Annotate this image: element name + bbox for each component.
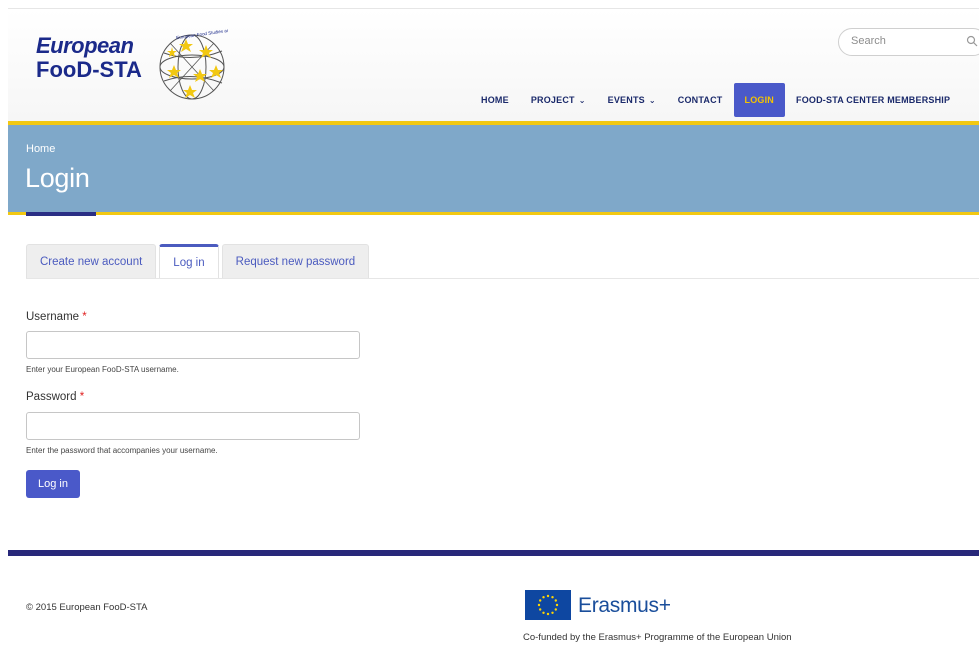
nav-events[interactable]: EVENTS ⌄ (597, 83, 667, 117)
tab-log-in[interactable]: Log in (159, 244, 219, 278)
required-marker: * (79, 391, 85, 403)
nav-center-membership-label: FOOD-STA CENTER MEMBERSHIP (796, 95, 951, 105)
nav-login-label: LOGIN (744, 95, 774, 105)
username-label: Username * (26, 311, 87, 323)
nav-contact[interactable]: CONTACT (667, 83, 734, 117)
cofunded-text: Co-funded by the Erasmus+ Programme of t… (523, 632, 792, 643)
eu-flag-icon (525, 590, 571, 620)
nav-center-membership[interactable]: FOOD-STA CENTER MEMBERSHIP (785, 83, 961, 117)
password-label-text: Password (26, 391, 77, 403)
footer-divider (8, 550, 979, 556)
nav-events-label: EVENTS (607, 95, 645, 105)
username-help: Enter your European FooD-STA username. (26, 365, 179, 374)
band-divider (8, 212, 979, 215)
username-label-text: Username (26, 311, 80, 323)
nav-login[interactable]: LOGIN (733, 83, 785, 117)
copyright-text: © 2015 European FooD-STA (26, 602, 148, 613)
logo-line-1: European (36, 33, 134, 58)
tabs-baseline (26, 278, 979, 279)
nav-project-label: PROJECT (530, 95, 575, 105)
search-input[interactable] (851, 35, 951, 47)
username-field[interactable] (26, 331, 360, 359)
login-button[interactable]: Log in (26, 470, 80, 498)
nav-contact-label: CONTACT (677, 95, 723, 105)
chevron-down-icon: ⌄ (578, 95, 586, 105)
tab-create-account[interactable]: Create new account (26, 244, 157, 278)
nav-home[interactable]: HOME (470, 83, 520, 117)
chevron-down-icon: ⌄ (648, 95, 656, 105)
main-nav: HOME PROJECT ⌄ EVENTS ⌄ CONTACT LOGIN FOOD… (470, 83, 961, 117)
page-title: Login (25, 163, 90, 193)
tab-request-password[interactable]: Request new password (221, 244, 370, 278)
page-title-band: Home Login (8, 125, 979, 213)
search-box[interactable] (838, 28, 979, 56)
search-icon[interactable] (966, 35, 978, 47)
site-logo[interactable]: European FooD-STA (36, 35, 142, 81)
password-label: Password * (26, 391, 84, 403)
password-field[interactable] (26, 412, 360, 440)
required-marker: * (82, 311, 87, 323)
site-header: European FooD-STA European Food Studies … (8, 8, 979, 121)
nav-home-label: HOME (481, 95, 509, 105)
erasmus-logo-text: Erasmus+ (578, 594, 671, 617)
password-help: Enter the password that accompanies your… (26, 446, 218, 455)
title-accent-bar (26, 212, 96, 216)
logo-line-2: FooD-STA (36, 57, 142, 82)
breadcrumb-home[interactable]: Home (26, 143, 55, 155)
nav-project[interactable]: PROJECT ⌄ (520, 83, 597, 117)
globe-caption: European Food Studies and Training Allia… (176, 25, 228, 40)
account-tabs: Create new account Log in Request new pa… (26, 244, 370, 278)
globe-logo-icon: European Food Studies and Training Allia… (159, 25, 228, 100)
